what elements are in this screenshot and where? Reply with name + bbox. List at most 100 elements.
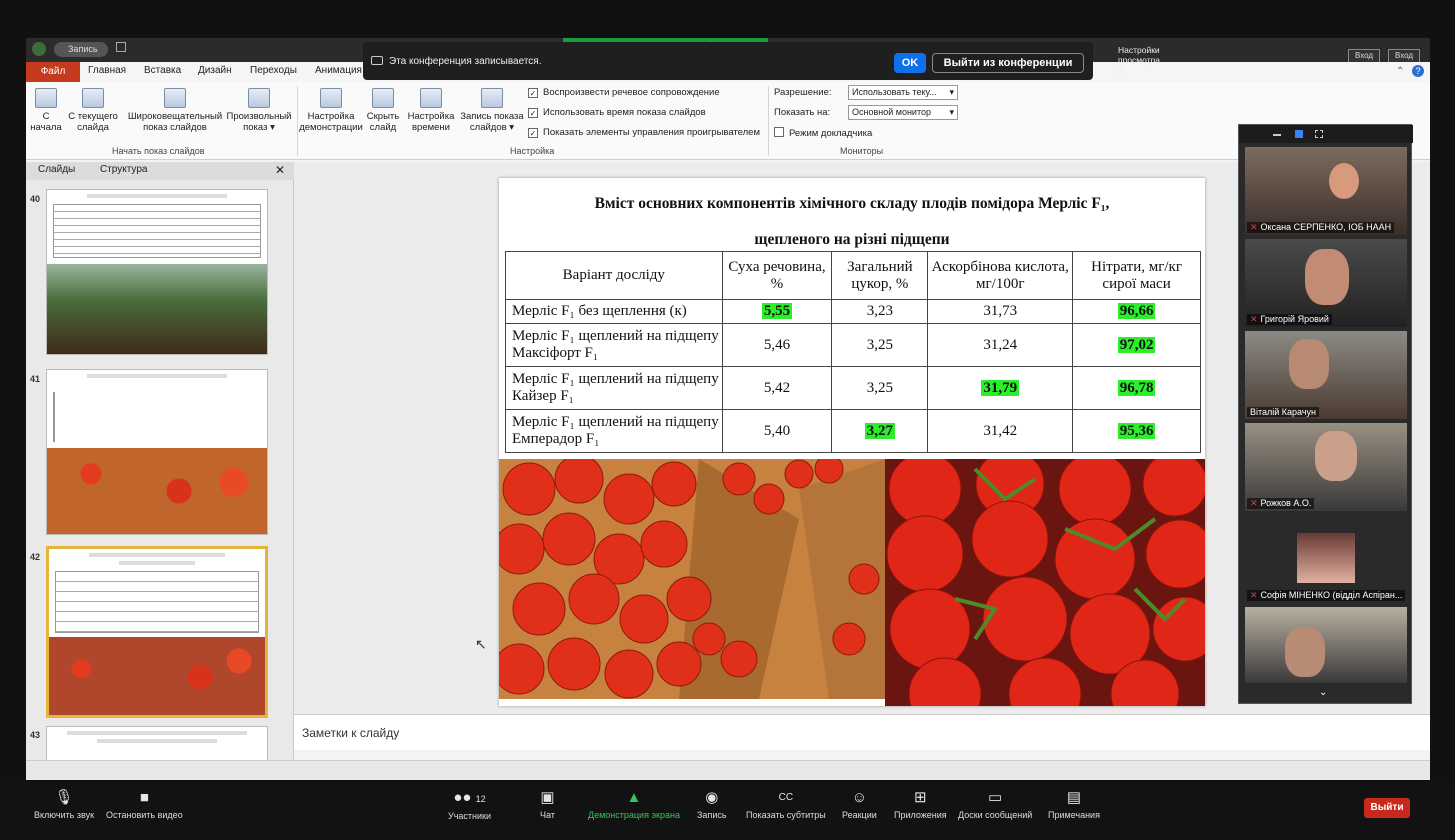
checkbox-box[interactable] — [774, 127, 784, 137]
whiteboards-button[interactable]: ▭ Доски сообщений — [958, 789, 1032, 821]
cell-ascorbic: 31,24 — [927, 323, 1074, 367]
tab-file[interactable]: Файл — [26, 62, 80, 82]
btn-label: показ слайдов — [143, 122, 207, 133]
mic-button[interactable]: 🎙 Включить звук — [34, 790, 94, 821]
help-icon[interactable]: ? — [1412, 65, 1424, 77]
chevron-down-icon[interactable]: ⌄ — [1319, 687, 1327, 698]
save-icon[interactable] — [116, 42, 126, 52]
chevron-down-icon: ▾ — [949, 87, 954, 97]
cell-variant: Мерліс F₁ щеплений на підщепу Максіфорт … — [505, 323, 723, 367]
leave-button[interactable]: Выйти — [1364, 798, 1410, 818]
col-header: Суха речовина, % — [721, 251, 833, 300]
checkbox-box[interactable]: ✓ — [528, 108, 538, 118]
video-button[interactable]: ■ Остановить видео — [106, 790, 183, 821]
slide-thumb-41[interactable] — [46, 369, 268, 535]
cell-nitrates: 95,36 — [1072, 409, 1201, 453]
table-header-row: Варіант досліду Суха речовина, % Загальн… — [505, 251, 1201, 300]
custom-show-button[interactable]: Произвольный показ ▾ — [224, 88, 294, 133]
participants-button[interactable]: ●● 12 Участники — [448, 790, 491, 822]
slide-notes[interactable]: Заметки к слайду — [294, 714, 1430, 750]
record-label: Запись — [68, 44, 98, 54]
notes-placeholder: Заметки к слайду — [302, 726, 400, 740]
checkbox-box[interactable]: ✓ — [528, 128, 538, 138]
share-screen-button[interactable]: ▲ Демонстрация экрана — [588, 790, 680, 821]
login-button-2[interactable]: Вход — [1388, 49, 1421, 63]
record-button[interactable]: ◉ Запись — [697, 790, 727, 821]
collapse-ribbon-icon[interactable]: ⌃ — [1396, 66, 1404, 77]
projector-icon — [82, 88, 104, 108]
tab-structure[interactable]: Структура — [100, 164, 147, 175]
chat-icon: ▣ — [540, 789, 555, 806]
apps-icon: ⊞ — [914, 789, 927, 806]
timings-checkbox[interactable]: ✓ Использовать время показа слайдов — [528, 107, 706, 118]
checkbox-box[interactable]: ✓ — [528, 88, 538, 98]
notes-button[interactable]: ▤ Примечания — [1048, 790, 1100, 821]
toolbar-label: Демонстрация экрана — [588, 810, 680, 820]
from-beginning-button[interactable]: С начала — [28, 88, 64, 133]
participant-name: ✕ Софія МІНЕНКО (відділ Аспіран... — [1247, 590, 1406, 601]
toolbar-label: Реакции — [842, 810, 877, 820]
chat-button[interactable]: ▣ Чат — [540, 789, 555, 821]
participant-tile[interactable]: ✕ Оксана СЕРПЕНКО, ІОБ НААН — [1245, 147, 1407, 235]
table-row: Мерліс F₁ щеплений на підщепу Емперадор … — [505, 409, 1201, 453]
avatar — [1305, 249, 1349, 305]
participant-tile[interactable]: Віталій Карачун — [1245, 331, 1407, 419]
profile-photo — [1297, 533, 1355, 583]
timer-icon — [420, 88, 442, 108]
narration-checkbox[interactable]: ✓ Воспроизвести речевое сопровождение — [528, 87, 720, 98]
thumb-photo — [47, 448, 267, 534]
slide-number: 40 — [30, 194, 41, 204]
speaker-view-icon[interactable] — [1295, 130, 1303, 138]
table-row: Мерліс F₁ щеплений на підщепу Кайзер F₁ … — [505, 366, 1201, 410]
leave-meeting-button[interactable]: Выйти из конференции — [932, 53, 1084, 73]
checkbox-label: Режим докладчика — [789, 128, 873, 139]
participant-name-text: Оксана СЕРПЕНКО, ІОБ НААН — [1260, 222, 1392, 232]
rehearse-timings-button[interactable]: Настройка времени — [404, 88, 458, 133]
view-options-menu[interactable]: Настройки просмотра ▾ — [1118, 45, 1160, 76]
highlighted-value: 96,66 — [1117, 303, 1156, 319]
participant-tile[interactable]: ✕ Григорій Яровий — [1245, 239, 1407, 327]
ok-button[interactable]: OK — [894, 53, 926, 73]
app-logo-icon — [32, 42, 46, 56]
current-slide[interactable]: Вміст основних компонентів хімічного скл… — [499, 178, 1205, 706]
login-button[interactable]: Вход — [1348, 49, 1381, 63]
captions-button[interactable]: CC Показать субтитры — [746, 790, 826, 820]
whiteboard-icon: ▭ — [988, 789, 1003, 806]
reactions-button[interactable]: ☺ Реакции — [842, 790, 877, 821]
hide-slide-button[interactable]: Скрыть слайд — [364, 88, 402, 133]
tab-animation[interactable]: Анимация — [315, 65, 362, 76]
projector-icon — [35, 88, 57, 108]
cell-sugar: 3,25 — [831, 323, 929, 367]
from-current-button[interactable]: С текущего слайда — [66, 88, 120, 133]
tab-insert[interactable]: Вставка — [144, 65, 181, 76]
apps-button[interactable]: ⊞ Приложения — [894, 789, 947, 821]
toolbar-label: Показать субтитры — [746, 810, 826, 820]
toolbar-label: Приложения — [894, 810, 947, 820]
media-controls-checkbox[interactable]: ✓ Показать элементы управления проигрыват… — [528, 127, 760, 138]
broadcast-button[interactable]: Широковещательный показ слайдов — [122, 88, 228, 133]
record-show-button[interactable]: Запись показа слайдов ▾ — [458, 88, 526, 133]
tab-transitions[interactable]: Переходы — [250, 65, 297, 76]
tab-design[interactable]: Дизайн — [198, 65, 232, 76]
presenter-view-checkbox[interactable]: Режим докладчика — [774, 127, 872, 139]
setup-show-icon — [320, 88, 342, 108]
setup-show-button[interactable]: Настройка демонстрации — [298, 88, 364, 133]
highlighted-value: 31,79 — [981, 379, 1020, 396]
resolution-select[interactable]: Использовать теку... ▾ — [848, 85, 958, 100]
participant-tile[interactable] — [1245, 607, 1407, 683]
participant-tile[interactable]: ✕ Рожков А.О. — [1245, 423, 1407, 511]
btn-label: показ ▾ — [243, 122, 275, 133]
status-bar — [26, 760, 1430, 780]
gallery-view-icon[interactable] — [1315, 130, 1323, 138]
tab-home[interactable]: Главная — [88, 65, 126, 76]
participant-tile[interactable]: ✕ Софія МІНЕНКО (відділ Аспіран... — [1245, 515, 1407, 603]
record-pill[interactable]: Запись — [54, 42, 108, 57]
slide-thumb-42-selected[interactable] — [46, 546, 268, 718]
tab-slides[interactable]: Слайды — [38, 164, 75, 175]
show-on-select[interactable]: Основной монитор ▾ — [848, 105, 958, 120]
thumb-text — [97, 739, 217, 743]
minimize-icon[interactable] — [1273, 134, 1281, 136]
col-header: Загальний цукор, % — [831, 251, 929, 300]
close-icon[interactable]: ✕ — [275, 163, 285, 177]
slide-thumb-40[interactable] — [46, 189, 268, 355]
